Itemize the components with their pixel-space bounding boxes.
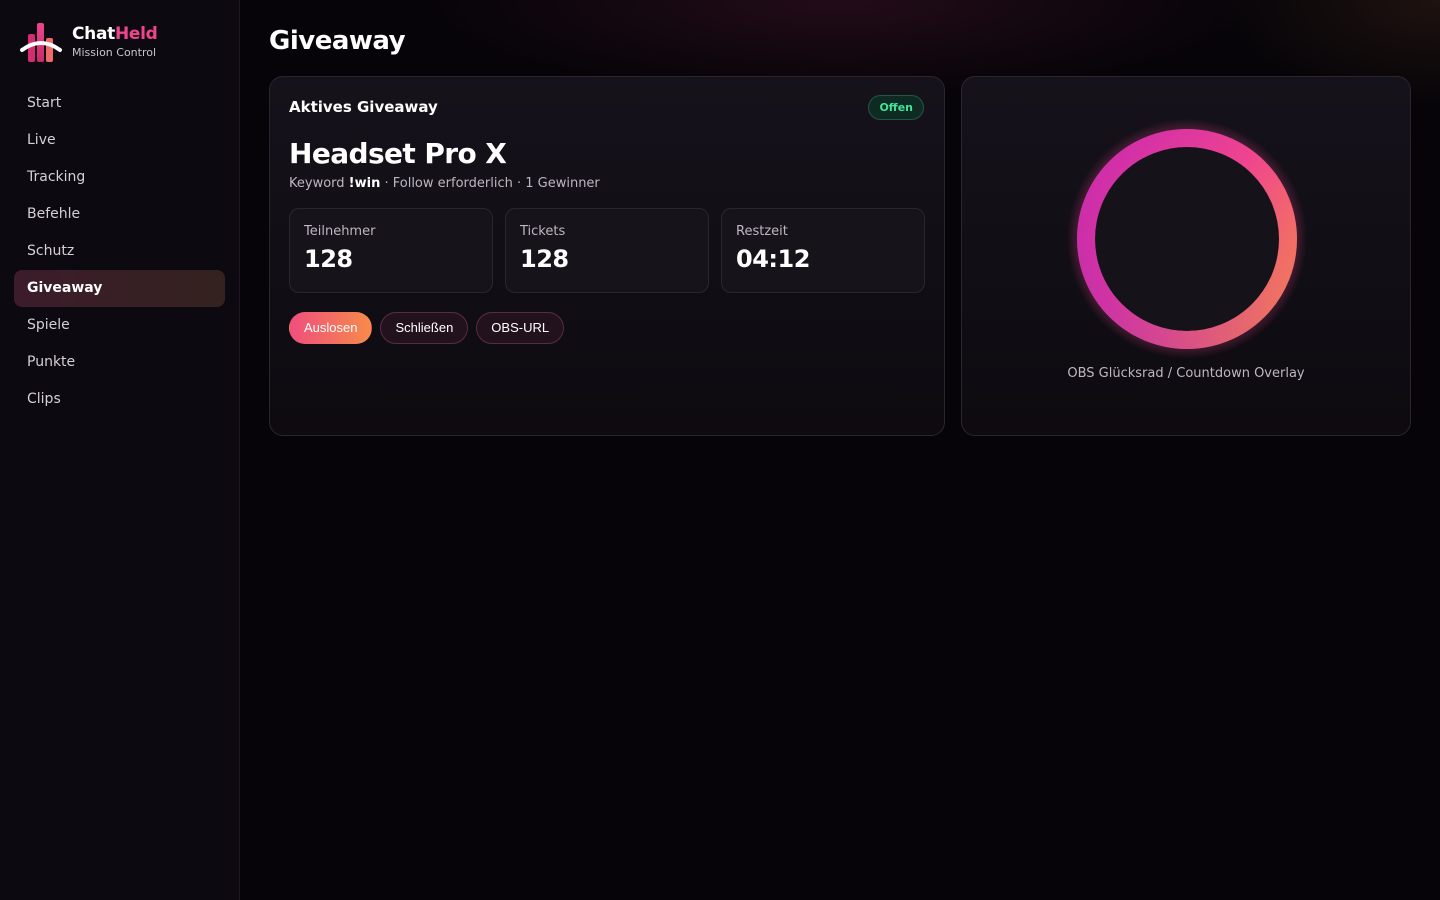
stat-value: 04:12 — [736, 245, 810, 273]
wheel-ring-icon — [1067, 119, 1307, 359]
sidebar-item-spiele[interactable]: Spiele — [14, 307, 225, 344]
sidebar-item-giveaway[interactable]: Giveaway — [14, 270, 225, 307]
prize-meta: Keyword !win · Follow erforderlich · 1 G… — [289, 176, 600, 191]
card-heading: Aktives Giveaway — [289, 98, 438, 116]
sidebar-item-schutz[interactable]: Schutz — [14, 233, 225, 270]
stat-label: Tickets — [520, 224, 566, 239]
stat-value: 128 — [304, 245, 353, 273]
brand-logo-icon — [20, 23, 62, 62]
sidebar: ChatHeld Mission Control Start Live Trac… — [0, 0, 240, 900]
draw-button[interactable]: Auslosen — [289, 312, 373, 344]
stat-restzeit: Restzeit 04:12 — [721, 208, 925, 293]
sidebar-item-punkte[interactable]: Punkte — [14, 344, 225, 381]
stat-tickets: Tickets 128 — [505, 208, 709, 293]
overlay-preview-card: OBS Glücksrad / Countdown Overlay — [961, 76, 1411, 436]
prize-title: Headset Pro X — [289, 137, 507, 170]
giveaway-conditions: · Follow erforderlich · 1 Gewinner — [384, 176, 600, 191]
stat-label: Teilnehmer — [304, 224, 376, 239]
sidebar-item-tracking[interactable]: Tracking — [14, 159, 225, 196]
overlay-caption: OBS Glücksrad / Countdown Overlay — [1067, 366, 1305, 381]
sidebar-item-live[interactable]: Live — [14, 122, 225, 159]
stat-teilnehmer: Teilnehmer 128 — [289, 208, 493, 293]
stat-label: Restzeit — [736, 224, 788, 239]
sidebar-item-start[interactable]: Start — [14, 85, 225, 122]
stats-row: Teilnehmer 128 Tickets 128 Restzeit 04:1… — [289, 208, 925, 293]
sidebar-item-befehle[interactable]: Befehle — [14, 196, 225, 233]
obs-url-button[interactable]: OBS-URL — [476, 312, 565, 344]
sidebar-nav: Start Live Tracking Befehle Schutz Givea… — [14, 85, 225, 418]
main-content: Giveaway Aktives Giveaway Offen Headset … — [240, 0, 1440, 900]
brand-name: ChatHeld — [72, 24, 158, 44]
brand[interactable]: ChatHeld Mission Control — [20, 20, 158, 64]
close-button[interactable]: Schließen — [380, 312, 469, 344]
active-giveaway-card: Aktives Giveaway Offen Headset Pro X Key… — [269, 76, 945, 436]
keyword-label: Keyword — [289, 176, 345, 191]
page-title: Giveaway — [269, 26, 406, 56]
status-badge: Offen — [868, 95, 924, 120]
stat-value: 128 — [520, 245, 569, 273]
brand-subtitle: Mission Control — [72, 46, 157, 59]
brand-name-chat: Chat — [72, 24, 115, 44]
brand-name-held: Held — [114, 24, 158, 44]
keyword-value: !win — [348, 176, 381, 191]
actions-row: Auslosen Schließen OBS-URL — [289, 312, 565, 344]
app-root: ChatHeld Mission Control Start Live Trac… — [0, 0, 1440, 900]
sidebar-item-clips[interactable]: Clips — [14, 381, 225, 418]
